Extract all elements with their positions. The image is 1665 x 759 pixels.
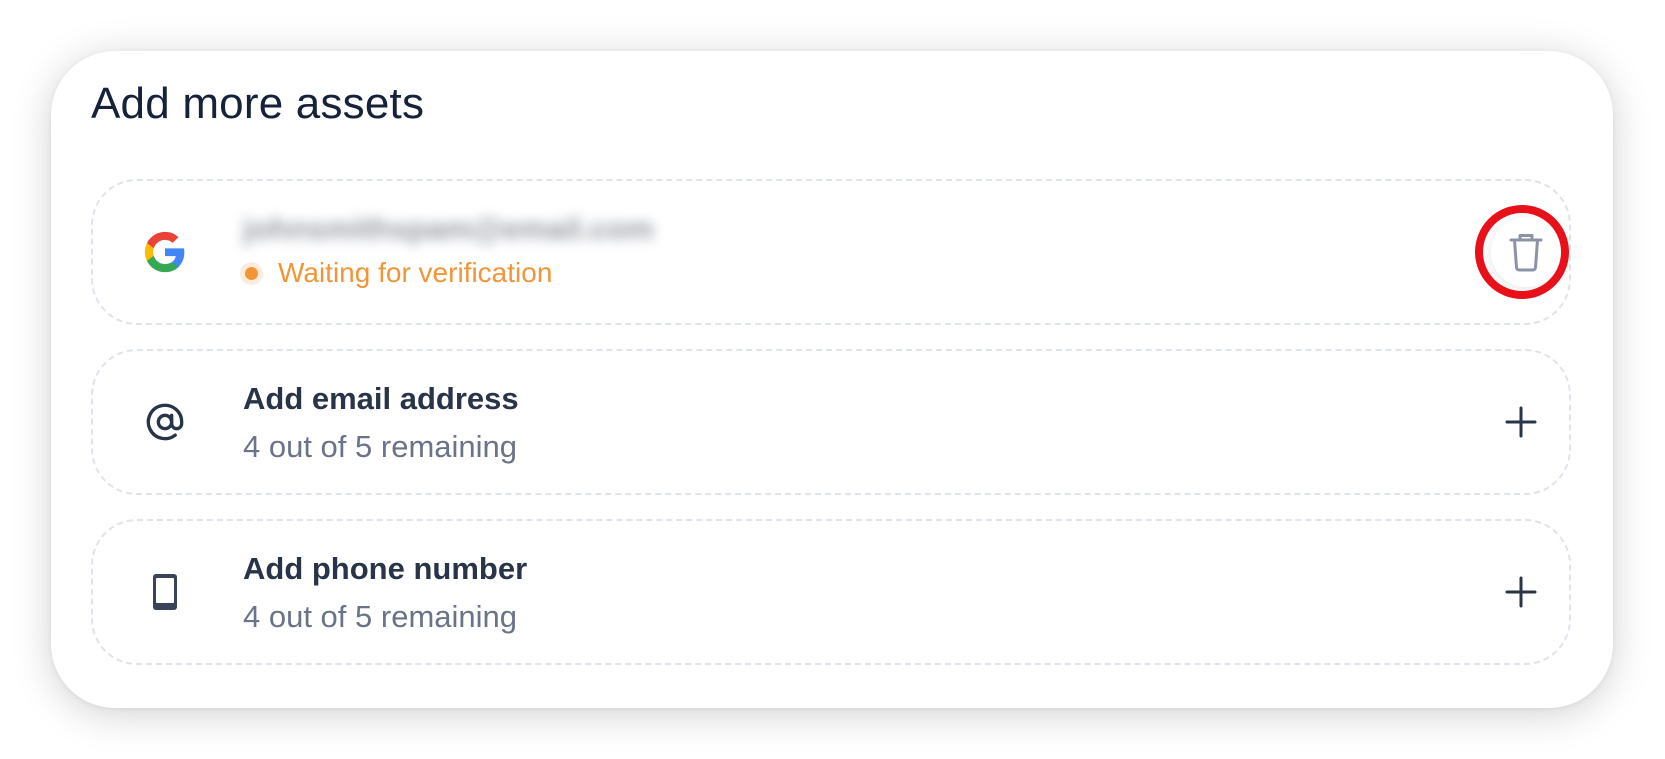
- asset-row-phone[interactable]: Add phone number 4 out of 5 remaining: [91, 519, 1571, 665]
- add-phone-text: Add phone number 4 out of 5 remaining: [243, 549, 527, 637]
- status-label: Waiting for verification: [278, 257, 553, 288]
- at-sign-icon: [143, 400, 187, 444]
- account-email: johnsmithspam@email.com: [243, 211, 654, 246]
- verification-status: Waiting for verification: [243, 257, 654, 289]
- google-account-text: johnsmithspam@email.com Waiting for veri…: [243, 209, 654, 289]
- add-phone-title: Add phone number: [243, 551, 528, 586]
- add-assets-card: Add more assets johnsmithspam@email.com …: [51, 51, 1613, 708]
- delete-button[interactable]: [1491, 217, 1561, 287]
- asset-row-google: johnsmithspam@email.com Waiting for veri…: [91, 179, 1571, 325]
- google-logo-icon: [143, 230, 187, 274]
- add-phone-remaining: 4 out of 5 remaining: [243, 599, 518, 634]
- plus-icon: [1505, 406, 1537, 438]
- status-dot-icon: [245, 266, 258, 280]
- plus-icon: [1505, 576, 1537, 608]
- trash-icon: [1509, 234, 1543, 272]
- add-email-remaining: 4 out of 5 remaining: [243, 429, 518, 464]
- add-email-text: Add email address 4 out of 5 remaining: [243, 379, 519, 467]
- mobile-phone-icon: [143, 570, 187, 614]
- asset-row-email[interactable]: Add email address 4 out of 5 remaining: [91, 349, 1571, 495]
- add-email-button[interactable]: [1499, 400, 1543, 444]
- add-phone-button[interactable]: [1499, 570, 1543, 614]
- section-title: Add more assets: [91, 79, 425, 128]
- add-email-title: Add email address: [243, 381, 519, 416]
